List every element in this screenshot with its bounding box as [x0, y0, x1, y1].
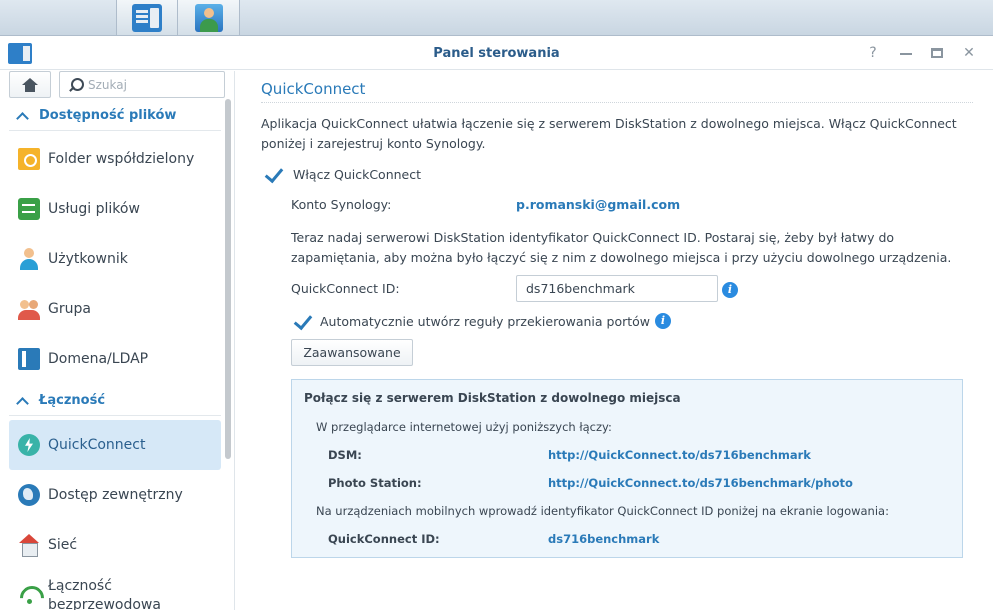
account-label: Konto Synology: — [291, 197, 392, 212]
chevron-up-icon — [17, 111, 27, 121]
sidebar-item-label: Użytkownik — [48, 251, 128, 267]
box-quickconnect-id-label: QuickConnect ID: — [328, 532, 440, 546]
search-box[interactable] — [59, 71, 225, 98]
advanced-button[interactable]: Zaawansowane — [291, 339, 413, 366]
taskbar-user-app-button[interactable] — [178, 0, 240, 35]
maximize-button[interactable] — [928, 44, 946, 62]
sidebar-item-user[interactable]: Użytkownik — [9, 234, 221, 284]
domain-ldap-icon — [18, 348, 40, 370]
section-header-file-sharing[interactable]: Dostępność plików — [9, 101, 221, 131]
sidebar-item-label: Domena/LDAP — [48, 351, 149, 367]
sidebar-item-domain-ldap[interactable]: Domena/LDAP — [9, 334, 221, 384]
dsm-link[interactable]: http://QuickConnect.to/ds716benchmark — [548, 448, 811, 462]
sidebar-item-external-access[interactable]: Dostęp zewnętrzny — [9, 470, 221, 520]
info-icon[interactable]: i — [655, 313, 671, 329]
auto-port-forwarding-checkbox[interactable] — [292, 312, 312, 330]
home-icon — [22, 77, 38, 92]
id-hint-text: Teraz nadaj serwerowi DiskStation identy… — [291, 230, 952, 265]
close-button[interactable]: ✕ — [960, 44, 978, 62]
maximize-icon — [931, 48, 943, 58]
chevron-up-icon — [17, 396, 27, 406]
enable-quickconnect-checkbox[interactable] — [263, 165, 283, 183]
description-text: Aplikacja QuickConnect ułatwia łączenie … — [261, 116, 957, 151]
connection-info-box: Połącz się z serwerem DiskStation z dowo… — [291, 379, 963, 558]
sidebar-item-label: Usługi plików — [48, 201, 140, 217]
home-button[interactable] — [9, 71, 51, 98]
info-icon[interactable]: i — [722, 282, 738, 298]
network-icon — [18, 534, 40, 557]
section-header-connectivity[interactable]: Łączność — [9, 386, 221, 416]
sidebar-item-label: Dostęp zewnętrzny — [48, 487, 183, 503]
auto-port-forwarding-label: Automatycznie utwórz reguły przekierowan… — [320, 313, 650, 329]
window-titlebar[interactable]: Panel sterowania ? ✕ — [0, 37, 993, 70]
user-icon — [18, 248, 40, 270]
sidebar-item-label: Folder współdzielony — [48, 151, 195, 167]
sidebar-item-label: Grupa — [48, 301, 91, 317]
quickconnect-icon — [18, 434, 40, 456]
info-box-title: Połącz się z serwerem DiskStation z dowo… — [304, 391, 681, 405]
auto-port-forwarding-row[interactable]: Automatycznie utwórz reguły przekierowan… — [292, 312, 671, 330]
browser-instructions: W przeglądarce internetowej użyj poniższ… — [316, 420, 612, 434]
user-contacts-icon — [194, 3, 223, 32]
window-title: Panel sterowania — [433, 46, 560, 61]
title-divider — [261, 102, 973, 103]
control-panel-icon — [132, 3, 162, 32]
enable-quickconnect-label: Włącz QuickConnect — [293, 166, 422, 182]
sidebar-item-group[interactable]: Grupa — [9, 284, 221, 334]
sidebar-item-wireless[interactable]: Łączność bezprzewodowa — [9, 571, 221, 610]
taskbar — [0, 0, 993, 610]
file-services-icon — [18, 198, 40, 220]
quickconnect-id-input[interactable] — [516, 275, 718, 302]
photo-station-link[interactable]: http://QuickConnect.to/ds716benchmark/ph… — [548, 476, 853, 490]
box-quickconnect-id-value: ds716benchmark — [548, 532, 660, 546]
section-label: Łączność — [39, 393, 106, 408]
wireless-icon — [18, 583, 40, 605]
search-icon — [68, 78, 84, 92]
external-access-icon — [18, 484, 40, 506]
taskbar-control-panel-button[interactable] — [116, 0, 178, 35]
sidebar-item-label: QuickConnect — [48, 437, 146, 453]
sidebar: Dostępność plików Folder współdzielony U… — [0, 71, 235, 610]
photo-station-label: Photo Station: — [328, 476, 422, 490]
enable-quickconnect-row[interactable]: Włącz QuickConnect — [263, 165, 421, 183]
sidebar-item-quickconnect[interactable]: QuickConnect — [9, 420, 221, 470]
sidebar-scrollbar[interactable] — [225, 99, 231, 459]
dsm-label: DSM: — [328, 448, 362, 462]
mobile-instructions: Na urządzeniach mobilnych wprowadź ident… — [316, 504, 889, 518]
account-value: p.romanski@gmail.com — [516, 197, 681, 212]
sidebar-item-label: Łączność bezprzewodowa — [48, 578, 161, 610]
main-panel: QuickConnect Aplikacja QuickConnect ułat… — [236, 71, 993, 610]
minimize-button[interactable] — [897, 44, 915, 62]
quickconnect-id-label: QuickConnect ID: — [291, 281, 400, 296]
section-label: Dostępność plików — [39, 108, 177, 123]
sidebar-item-shared-folder[interactable]: Folder współdzielony — [9, 134, 221, 184]
sidebar-item-network[interactable]: Sieć — [9, 520, 221, 570]
group-icon — [18, 298, 40, 320]
shared-folder-icon — [18, 148, 40, 170]
sidebar-item-file-services[interactable]: Usługi plików — [9, 184, 221, 234]
help-button[interactable]: ? — [864, 44, 882, 62]
search-input[interactable] — [88, 76, 218, 94]
sidebar-item-label: Sieć — [48, 537, 78, 553]
page-title: QuickConnect — [261, 80, 366, 98]
minimize-icon — [900, 53, 912, 55]
